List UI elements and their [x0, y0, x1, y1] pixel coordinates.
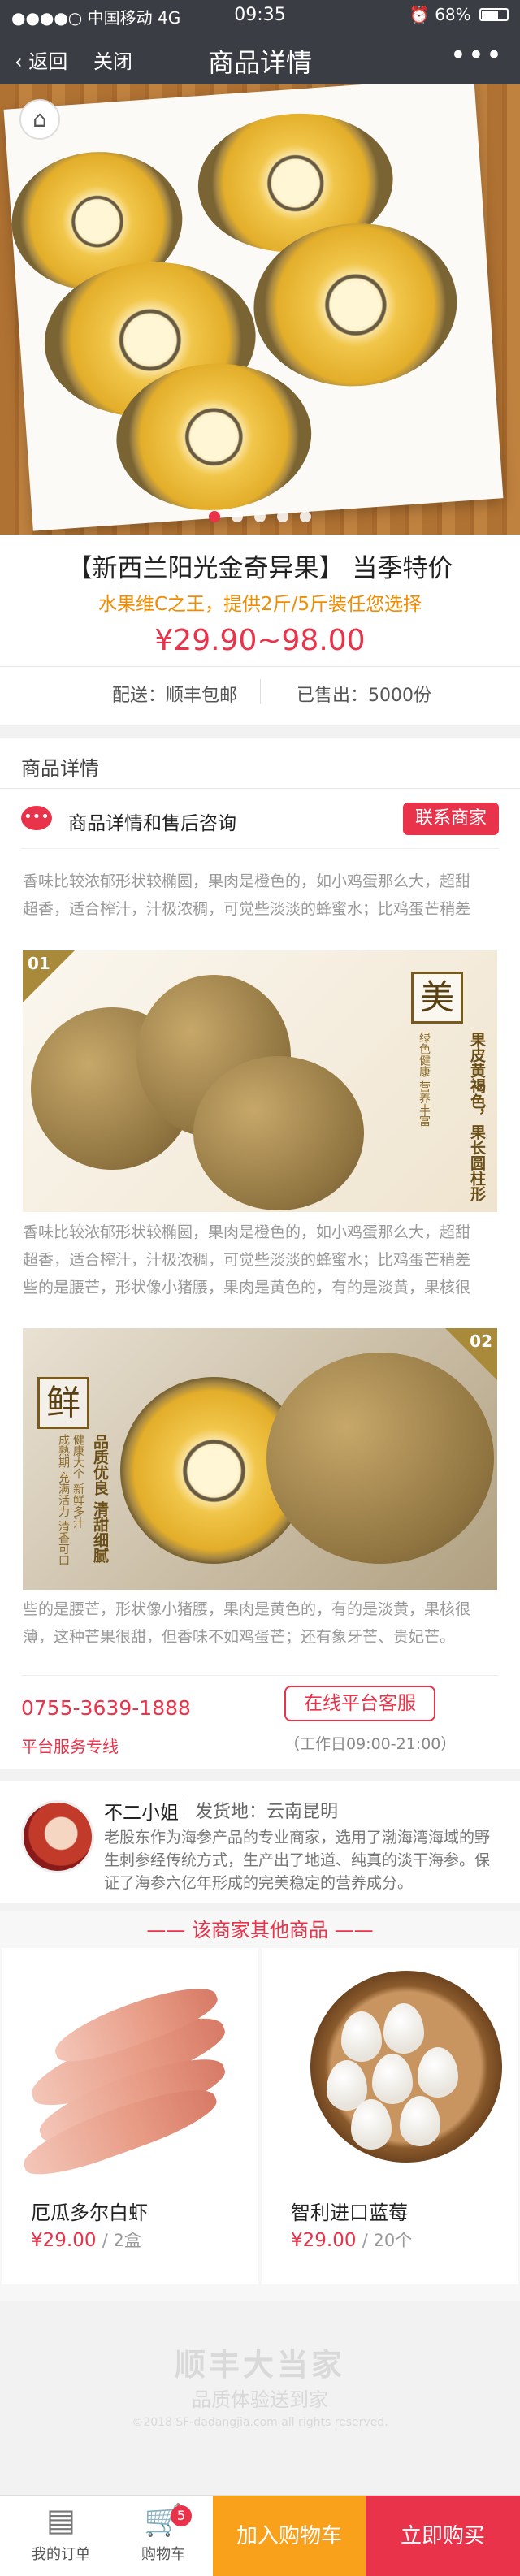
bottom-action-bar: ▤ 我的订单 🛒 购物车 5 加入购物车 立即购买: [0, 2495, 520, 2576]
section-title: —— 该商家其他商品 ——: [146, 1919, 374, 1942]
description-text: 香味比较浓郁形状较椭圆，果肉是橙色的，如小鸡蛋那么大，超甜 超香，适合榨汁，汁极…: [23, 1223, 471, 1297]
orders-icon: ▤: [46, 2502, 76, 2538]
carousel-dot[interactable]: [300, 511, 311, 522]
carousel-dot[interactable]: [209, 511, 220, 522]
kiwi-fruit: [266, 1353, 494, 1564]
battery-fill: [482, 11, 499, 19]
online-service-button[interactable]: 在线平台客服: [284, 1686, 436, 1721]
carousel-indicator: [0, 510, 520, 526]
battery-icon: [479, 8, 509, 21]
merchant-card[interactable]: 不二小姐 发货地：云南昆明 老股东作为海参产品的专业商家，选用了渤海湾海域的野生…: [0, 1781, 520, 1903]
carousel-dot[interactable]: [232, 511, 243, 522]
battery-percent: 68%: [435, 5, 471, 24]
other-products-section: —— 该商家其他商品 —— 厄瓜多尔白虾 ¥29.00 / 2盒 智利进口蓝莓 …: [0, 1911, 520, 2301]
avatar: [21, 1800, 94, 1873]
shipping-info: 配送：顺丰包邮: [112, 686, 238, 706]
divider: [21, 848, 499, 849]
copyright: ©2018 SF-dadangjia.com all rights reserv…: [132, 2416, 388, 2429]
add-to-cart-button[interactable]: 加入购物车: [213, 2496, 366, 2576]
page-title: 商品详情: [207, 47, 312, 78]
my-orders-tab[interactable]: ▤ 我的订单: [8, 2496, 114, 2576]
product-card-price: ¥29.00 / 2盒: [31, 2230, 141, 2251]
product-card-price: ¥29.00 / 20个: [291, 2230, 413, 2251]
carousel-dot[interactable]: [254, 511, 266, 522]
badge-beauty: 美: [411, 972, 463, 1024]
nav-bar: ‹ 返回 关闭 商品详情 •••: [0, 32, 520, 84]
description-text: 香味比较浓郁形状较椭圆，果肉是橙色的，如小鸡蛋那么大，超甜 超香，适合榨汁，汁极…: [23, 872, 471, 918]
more-menu-button[interactable]: •••: [450, 39, 504, 71]
brand-logo: 顺丰大当家: [174, 2347, 345, 2383]
kiwi-fruit: [193, 1056, 364, 1210]
product-photo: [3, 84, 504, 531]
product-name: 【新西兰阳光金奇异果】 当季特价: [67, 554, 453, 583]
contact-merchant-button[interactable]: 联系商家: [403, 803, 499, 835]
carousel-dot[interactable]: [277, 511, 288, 522]
product-subtitle: 水果维C之王，提供2斤/5斤装任您选择: [98, 594, 422, 615]
consult-label: 商品详情和售后咨询: [68, 813, 236, 834]
detail-photo-1: 01 美 果皮黄褐色，果长圆柱形 绿色健康 营养丰富: [23, 950, 497, 1212]
home-icon[interactable]: ⌂: [20, 99, 60, 140]
service-phone[interactable]: 0755-3639-1888: [21, 1696, 191, 1720]
product-card[interactable]: 智利进口蓝莓 ¥29.00 / 20个: [262, 1948, 518, 2284]
product-image: [278, 1963, 502, 2177]
status-bar: ●●●●○ 中国移动 4G 09:35 ⏰ 68%: [0, 0, 520, 32]
product-card-name: 厄瓜多尔白虾: [31, 2202, 148, 2224]
chat-icon: •••: [21, 806, 52, 830]
divider: [260, 679, 261, 704]
buy-now-button[interactable]: 立即购买: [366, 2496, 520, 2576]
product-price: ¥29.90~98.00: [154, 624, 366, 657]
product-card[interactable]: 厄瓜多尔白虾 ¥29.00 / 2盒: [2, 1948, 258, 2284]
divider: [0, 666, 520, 667]
detail-photo-2: 02 鲜 品质优良 清甜细腻 健康大个 新鲜多汁 成熟期 充满活力 清香可口: [23, 1328, 497, 1590]
product-info: 【新西兰阳光金奇异果】 当季特价 水果维C之王，提供2斤/5斤装任您选择 ¥29…: [0, 535, 520, 725]
product-image: [16, 1963, 242, 2187]
merchant-name: 不二小姐: [104, 1803, 179, 1824]
merchant-description: 老股东作为海参产品的专业商家，选用了渤海湾海域的野生刺参经传统方式，生产出了地道…: [104, 1829, 491, 1892]
badge-fresh: 鲜: [37, 1377, 89, 1429]
cart-icon: 🛒: [144, 2502, 183, 2538]
service-phone-label: 平台服务专线: [21, 1737, 119, 1756]
sold-count: 已售出：5000份: [297, 686, 431, 706]
cart-tab[interactable]: 🛒 购物车 5: [110, 2496, 216, 2576]
cart-count-badge: 5: [171, 2505, 192, 2526]
divider: [0, 788, 520, 789]
brand-footer: 顺丰大当家 品质体验送到家 ©2018 SF-dadangjia.com all…: [0, 2340, 520, 2461]
merchant-origin: 发货地：云南昆明: [195, 1802, 339, 1822]
section-title: 商品详情: [21, 757, 99, 780]
divider: [21, 1675, 499, 1676]
brand-slogan: 品质体验送到家: [192, 2388, 328, 2411]
product-details: 商品详情 ••• 商品详情和售后咨询 联系商家 香味比较浓郁形状较椭圆，果肉是橙…: [0, 738, 520, 1769]
service-hours: （工作日09:00-21:00）: [284, 1735, 457, 1753]
alarm-icon: ⏰: [409, 5, 430, 24]
product-card-name: 智利进口蓝莓: [291, 2202, 408, 2224]
product-image-carousel[interactable]: ⌂: [0, 84, 520, 535]
description-text: 些的是腰芒，形状像小猪腰，果肉是黄色的，有的是淡黄，果核很 薄，这种芒果很甜，但…: [23, 1600, 471, 1646]
